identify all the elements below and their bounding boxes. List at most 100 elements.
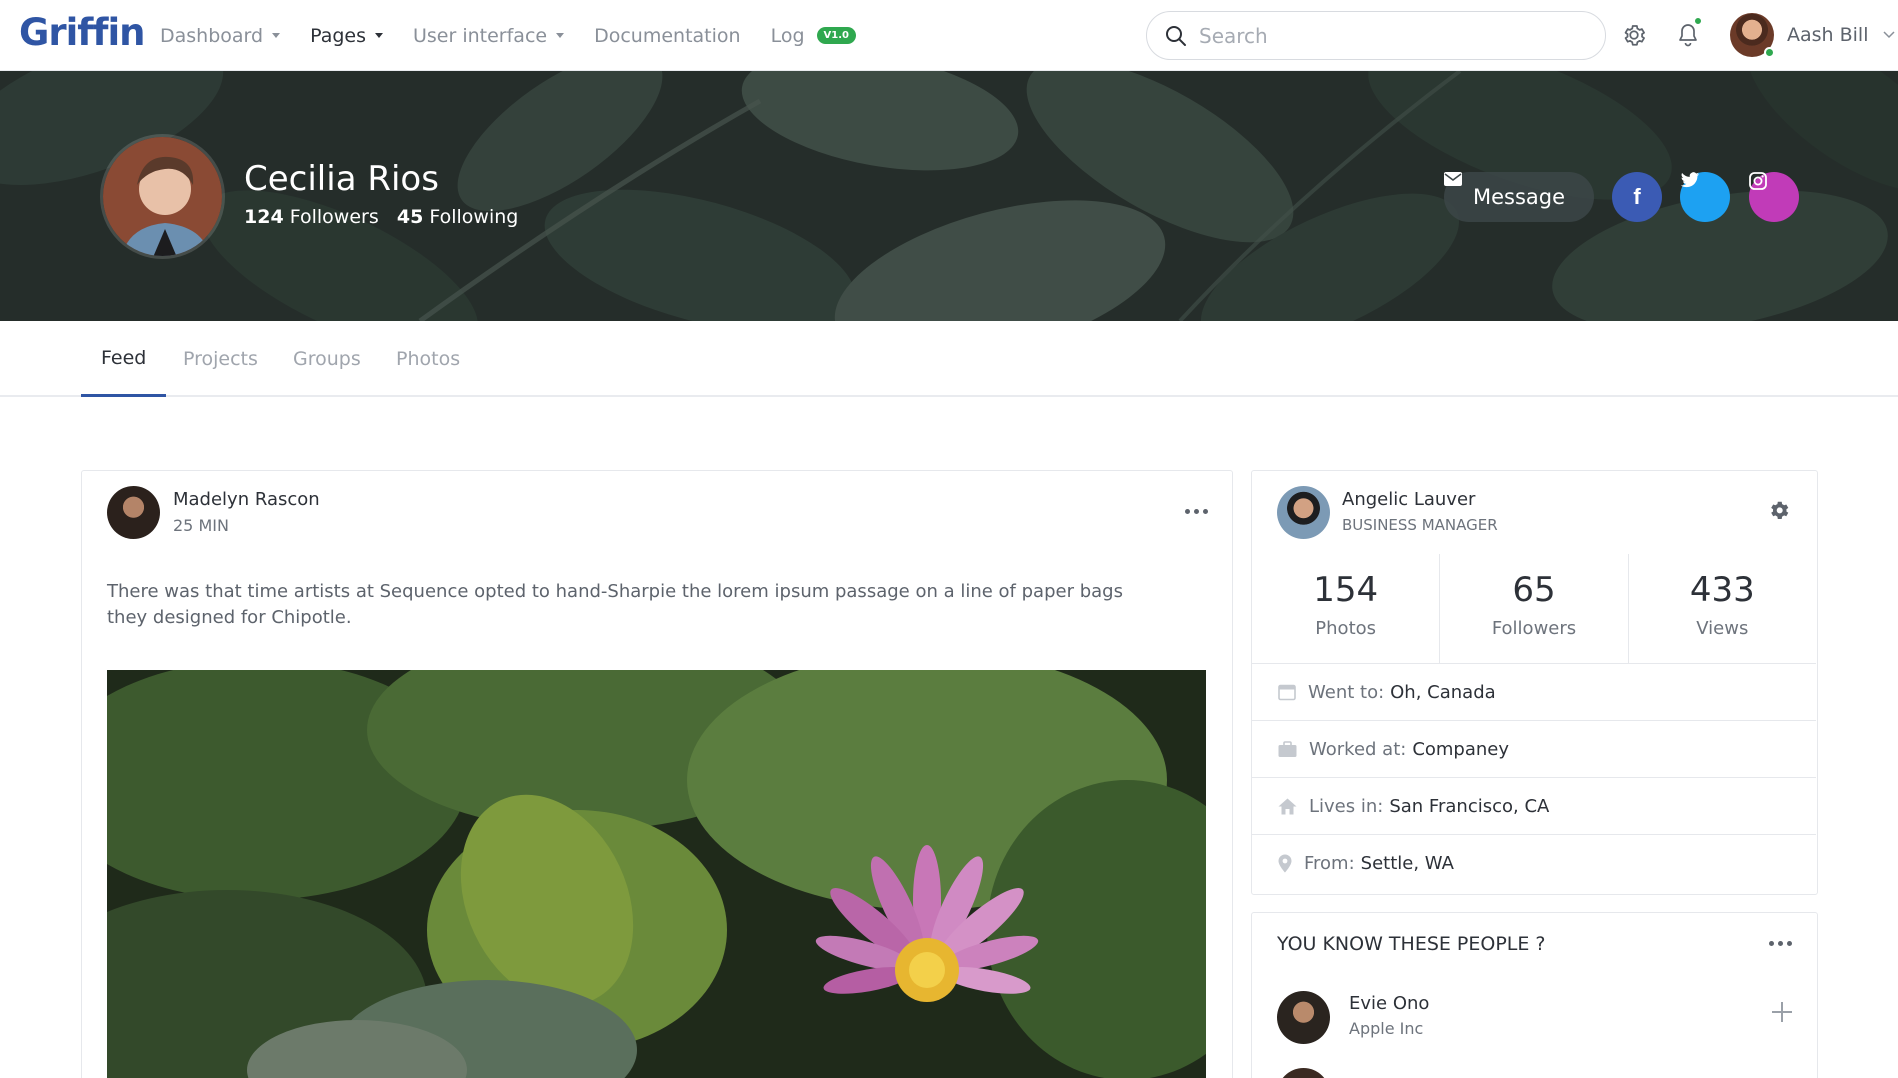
stat-value: 65	[1512, 570, 1556, 610]
main-nav: Dashboard Pages User interface Documenta…	[160, 0, 886, 71]
stat-label: Views	[1696, 618, 1749, 639]
stat-label: Photos	[1315, 618, 1377, 639]
info-value: Settle, WA	[1360, 853, 1454, 874]
info-value: San Francisco, CA	[1389, 795, 1550, 817]
following-label[interactable]: Following	[429, 206, 518, 228]
post-image[interactable]	[107, 670, 1206, 1078]
envelope-icon	[1444, 172, 1462, 186]
gear-icon	[1624, 25, 1645, 46]
avatar[interactable]	[1277, 1068, 1330, 1078]
tab-projects[interactable]: Projects	[163, 321, 278, 397]
facebook-button[interactable]: f	[1612, 172, 1662, 222]
more-dots-icon	[1185, 509, 1190, 514]
nav-item-label: User interface	[413, 24, 548, 47]
card-settings-button[interactable]	[1767, 498, 1791, 526]
side-profile-role: BUSINESS MANAGER	[1342, 516, 1498, 534]
nav-item-label: Documentation	[594, 24, 741, 47]
nav-item-label: Pages	[310, 24, 366, 47]
more-dots-icon	[1769, 941, 1774, 946]
nav-item-label: Dashboard	[160, 24, 264, 47]
post-time: 25 MIN	[173, 516, 229, 535]
chevron-down-icon	[375, 33, 383, 38]
add-friend-button[interactable]	[1771, 999, 1793, 1029]
stat-label: Followers	[1491, 618, 1577, 639]
info-row-work: Worked at: Companey	[1252, 721, 1816, 778]
stat-followers[interactable]: 65 Followers	[1440, 554, 1629, 663]
card-title: YOU KNOW THESE PEOPLE ?	[1277, 933, 1546, 955]
avatar[interactable]	[1277, 991, 1330, 1044]
more-dots-icon	[1778, 941, 1783, 946]
settings-button[interactable]	[1619, 20, 1649, 50]
tab-photos[interactable]: Photos	[376, 321, 480, 397]
gear-icon	[1771, 501, 1789, 519]
twitter-icon	[1680, 172, 1700, 188]
home-icon	[1278, 798, 1297, 814]
followers-count: 124	[244, 206, 284, 228]
info-label: Worked at:	[1309, 738, 1407, 760]
user-name: Aash Bill	[1787, 24, 1869, 46]
instagram-button[interactable]	[1749, 172, 1799, 222]
card-more-options-button[interactable]	[1769, 941, 1792, 946]
post-author[interactable]: Madelyn Rascon	[173, 489, 320, 510]
briefcase-icon	[1278, 740, 1297, 757]
nav-item-documentation[interactable]: Documentation	[594, 25, 740, 47]
nav-item-dashboard[interactable]: Dashboard	[160, 24, 281, 47]
more-dots-icon	[1203, 509, 1208, 514]
people-you-know-card: YOU KNOW THESE PEOPLE ? Evie Ono Apple I…	[1251, 912, 1818, 1078]
top-navbar: Griffin Dashboard Pages User interface D…	[0, 0, 1898, 71]
online-status-dot	[1764, 47, 1775, 58]
avatar[interactable]	[1277, 486, 1330, 539]
info-value: Companey	[1412, 738, 1510, 760]
info-row-residence: Lives in: San Francisco, CA	[1252, 778, 1816, 835]
notifications-button[interactable]	[1673, 16, 1703, 50]
person-company: Apple Inc	[1349, 1019, 1424, 1038]
facebook-icon: f	[1633, 184, 1641, 209]
plus-icon	[1772, 1002, 1792, 1022]
info-row-origin: From: Settle, WA	[1252, 835, 1816, 892]
profile-stats: 124 Followers 45 Following	[244, 206, 518, 228]
feed-post: Madelyn Rascon 25 MIN There was that tim…	[81, 470, 1233, 1078]
chevron-down-icon	[1882, 31, 1895, 39]
brand-logo[interactable]: Griffin	[19, 11, 146, 54]
person-name[interactable]: Evie Ono	[1349, 993, 1429, 1014]
info-label: Went to:	[1308, 681, 1385, 703]
avatar[interactable]	[107, 486, 160, 539]
nav-item-log[interactable]: Log V1.0	[771, 25, 856, 47]
post-text: There was that time artists at Sequence …	[107, 581, 1123, 628]
profile-tabs: Feed Projects Groups Photos	[0, 321, 1898, 397]
side-profile-name[interactable]: Angelic Lauver	[1342, 489, 1475, 510]
info-label: Lives in:	[1309, 795, 1384, 817]
followers-label[interactable]: Followers	[290, 206, 379, 228]
search-box[interactable]	[1146, 11, 1606, 60]
user-menu[interactable]: Aash Bill	[1730, 13, 1895, 58]
tab-groups[interactable]: Groups	[273, 321, 381, 397]
message-button-label: Message	[1472, 185, 1566, 209]
version-badge: V1.0	[816, 27, 856, 44]
stat-views[interactable]: 433 Views	[1629, 554, 1816, 663]
info-row-education: Went to: Oh, Canada	[1252, 664, 1816, 721]
water-lily-photo	[107, 670, 1206, 1078]
twitter-button[interactable]	[1680, 172, 1730, 222]
info-label: From:	[1304, 853, 1355, 874]
profile-photo	[103, 137, 222, 256]
profile-avatar	[100, 134, 225, 259]
search-input[interactable]	[1199, 23, 1579, 48]
more-dots-icon	[1787, 941, 1792, 946]
stat-value: 154	[1313, 570, 1379, 610]
tab-feed[interactable]: Feed	[81, 321, 167, 397]
post-more-options-button[interactable]	[1185, 509, 1208, 514]
following-count: 45	[396, 206, 424, 228]
nav-item-user-interface[interactable]: User interface	[413, 24, 565, 47]
calendar-icon	[1278, 684, 1296, 701]
chevron-down-icon	[556, 33, 565, 38]
message-button[interactable]: Message	[1444, 172, 1594, 222]
chevron-down-icon	[272, 33, 281, 38]
stat-photos[interactable]: 154 Photos	[1252, 554, 1441, 663]
nav-item-label: Log	[770, 24, 805, 47]
profile-cover: Cecilia Rios 124 Followers 45 Following …	[0, 71, 1898, 321]
nav-item-pages[interactable]: Pages	[310, 25, 383, 47]
stat-value: 433	[1689, 570, 1755, 610]
profile-name: Cecilia Rios	[244, 159, 439, 199]
notification-dot	[1693, 16, 1703, 26]
profile-summary-card: Angelic Lauver BUSINESS MANAGER 154 Phot…	[1251, 470, 1818, 895]
